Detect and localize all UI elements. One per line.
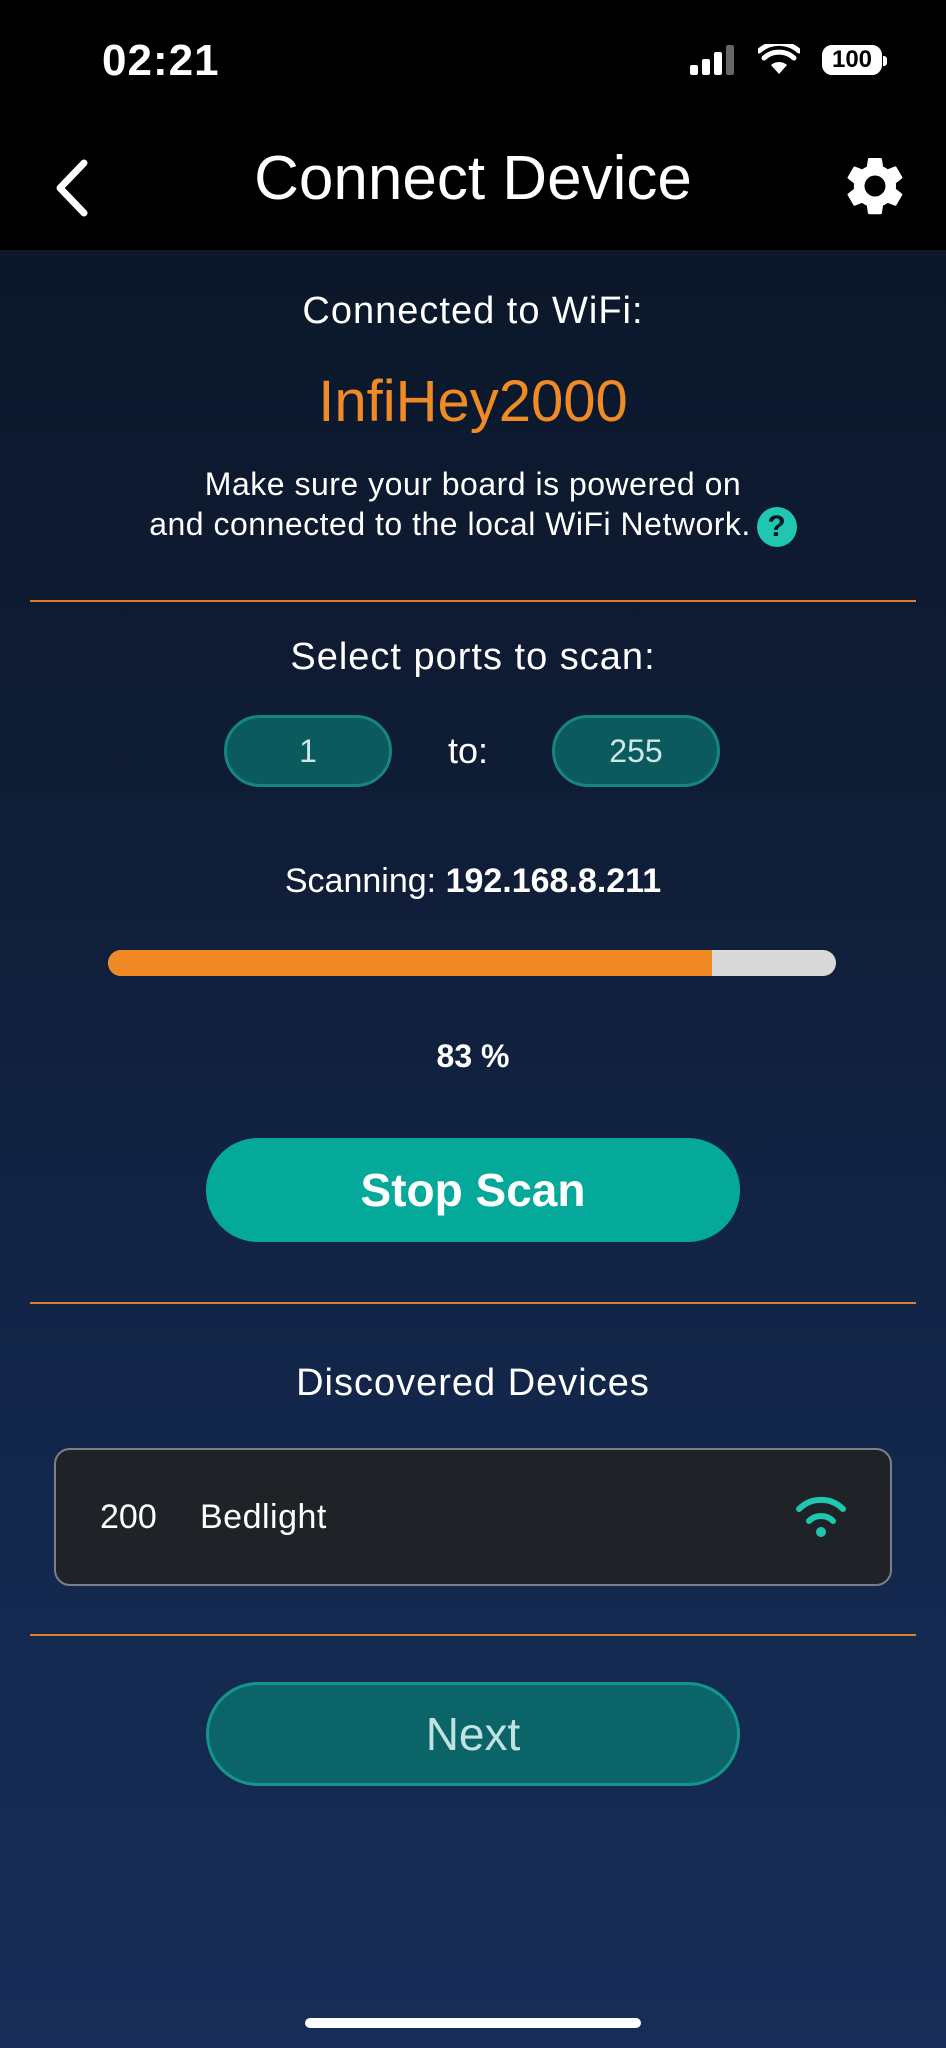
status-time: 02:21 <box>102 36 220 85</box>
settings-button[interactable] <box>840 151 910 221</box>
info-text-line-2: and connected to the local WiFi Network.… <box>0 506 946 547</box>
gear-icon <box>847 157 903 215</box>
divider <box>30 600 916 602</box>
page-title: Connect Device <box>254 144 692 213</box>
port-to-label: to: <box>448 730 489 771</box>
wifi-label: Connected to WiFi: <box>302 290 644 332</box>
cellular-signal-icon <box>690 45 734 75</box>
port-from-input[interactable]: 1 <box>224 715 392 787</box>
status-icons: 100 <box>690 44 887 76</box>
nav-bar: Connect Device <box>0 125 946 250</box>
device-port: 200 <box>100 1498 157 1536</box>
scan-progress-fill <box>108 950 713 976</box>
stop-scan-button[interactable]: Stop Scan <box>206 1138 740 1242</box>
port-to-input[interactable]: 255 <box>552 715 720 787</box>
status-bar: 02:21 100 <box>0 0 946 125</box>
ports-title: Select ports to scan: <box>290 636 656 678</box>
next-button[interactable]: Next <box>206 1682 740 1786</box>
home-indicator[interactable] <box>305 2018 641 2028</box>
scan-percent: 83 % <box>436 1038 510 1074</box>
device-name: Bedlight <box>200 1498 327 1536</box>
scanning-ip: 192.168.8.211 <box>445 862 662 900</box>
scanning-label: Scanning: <box>284 862 437 900</box>
wifi-network-name: InfiHey2000 <box>318 369 628 434</box>
divider <box>30 1302 916 1304</box>
help-icon[interactable]: ? <box>756 506 797 547</box>
scanning-status: Scanning: 192.168.8.211 <box>0 862 946 901</box>
scan-progress-bar <box>108 950 836 976</box>
battery-level: 100 <box>831 46 873 73</box>
battery-icon: 100 <box>822 45 887 75</box>
info-text-line-1: Make sure your board is powered on <box>204 466 742 502</box>
divider <box>30 1634 916 1636</box>
discovered-devices-title: Discovered Devices <box>296 1362 650 1404</box>
wifi-signal-icon <box>796 1496 846 1537</box>
info-text-line-2-label: and connected to the local WiFi Network. <box>149 506 751 542</box>
device-list-item[interactable]: 200 Bedlight <box>54 1448 892 1586</box>
wifi-status-icon <box>758 44 800 74</box>
